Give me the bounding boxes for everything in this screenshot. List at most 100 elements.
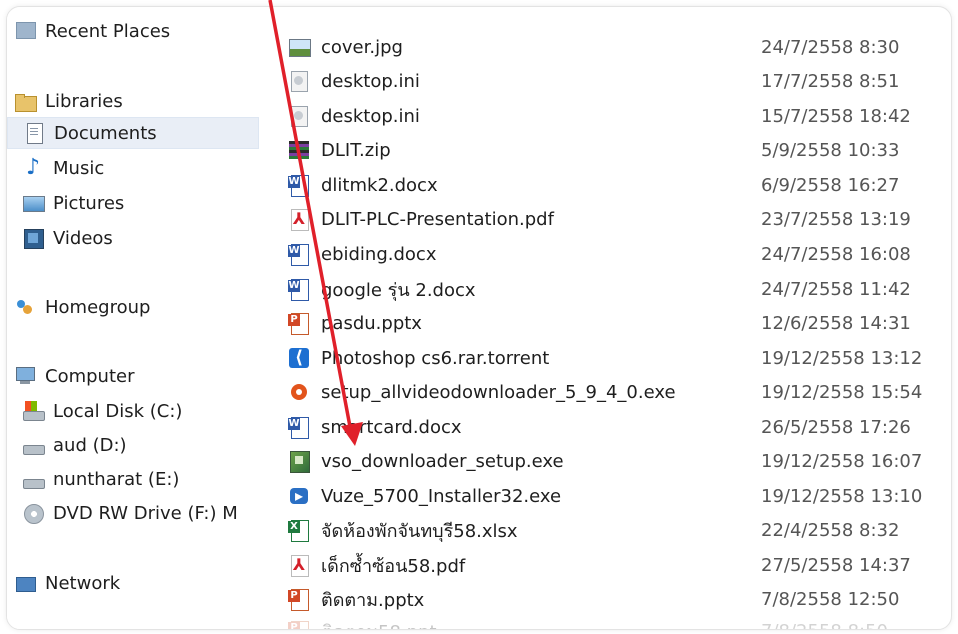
- settings-file-icon: [287, 104, 311, 128]
- nav-music-label: Music: [53, 157, 105, 179]
- file-date-modified: 27/5/2558 14:37: [761, 554, 911, 576]
- file-row[interactable]: ebiding.docx 24/7/2558 16:08: [287, 238, 947, 270]
- file-date-modified: 23/7/2558 13:19: [761, 208, 911, 230]
- nav-local-disk-label: Local Disk (C:): [53, 400, 183, 422]
- file-row[interactable]: Vuze_5700_Installer32.exe 19/12/2558 13:…: [287, 480, 947, 512]
- archive-file-icon: [287, 138, 311, 162]
- file-date-modified: 19/12/2558 15:54: [761, 381, 923, 403]
- file-row[interactable]: setup_allvideodownloader_5_9_4_0.exe 19/…: [287, 376, 947, 408]
- libraries-folder-icon: [13, 89, 37, 113]
- dvd-drive-icon: [21, 501, 45, 525]
- computer-icon: [13, 364, 37, 388]
- file-name: ebiding.docx: [321, 243, 437, 265]
- file-name: smartcard.docx: [321, 416, 462, 438]
- torrent-file-icon: [287, 346, 311, 370]
- nav-videos[interactable]: Videos: [7, 222, 259, 254]
- file-row[interactable]: DLIT.zip 5/9/2558 10:33: [287, 134, 947, 166]
- file-row[interactable]: ติดตาม.pptx 7/8/2558 12:50: [287, 583, 947, 615]
- file-row[interactable]: cover.jpg 24/7/2558 8:30: [287, 31, 947, 63]
- nav-videos-label: Videos: [53, 227, 113, 249]
- explorer-window: Recent Places Libraries Documents ♪ Musi…: [6, 6, 952, 630]
- file-row[interactable]: vso_downloader_setup.exe 19/12/2558 16:0…: [287, 445, 947, 477]
- nav-dvd-drive-label: DVD RW Drive (F:) M: [53, 502, 238, 524]
- file-row[interactable]: desktop.ini 17/7/2558 8:51: [287, 65, 947, 97]
- nav-drive-e-label: nuntharat (E:): [53, 468, 180, 490]
- settings-file-icon: [287, 69, 311, 93]
- hard-drive-icon: [21, 467, 45, 491]
- nav-recent-places-label: Recent Places: [45, 20, 171, 42]
- nav-local-disk-c[interactable]: Local Disk (C:): [7, 395, 259, 427]
- file-name: ติดตาม58.ppt: [321, 617, 751, 630]
- word-file-icon: [287, 173, 311, 197]
- file-name: setup_allvideodownloader_5_9_4_0.exe: [321, 381, 676, 403]
- nav-dvd-drive[interactable]: DVD RW Drive (F:) M: [7, 497, 259, 529]
- excel-file-icon: [287, 518, 311, 542]
- file-name: vso_downloader_setup.exe: [321, 450, 564, 472]
- nav-libraries[interactable]: Libraries: [7, 85, 259, 117]
- nav-homegroup[interactable]: Homegroup: [7, 291, 259, 323]
- file-row[interactable]: DLIT-PLC-Presentation.pdf 23/7/2558 13:1…: [287, 203, 947, 235]
- nav-music[interactable]: ♪ Music: [7, 152, 259, 184]
- nav-drive-d-label: aud (D:): [53, 434, 127, 456]
- file-name: Vuze_5700_Installer32.exe: [321, 485, 562, 507]
- word-file-icon: [287, 415, 311, 439]
- file-date-modified: 19/12/2558 13:12: [761, 347, 923, 369]
- file-name: desktop.ini: [321, 70, 420, 92]
- file-date-modified: 19/12/2558 16:07: [761, 450, 923, 472]
- file-row[interactable]: pasdu.pptx 12/6/2558 14:31: [287, 307, 947, 339]
- file-date-modified: 5/9/2558 10:33: [761, 139, 900, 161]
- file-date-modified: 12/6/2558 14:31: [761, 312, 911, 334]
- file-name: DLIT-PLC-Presentation.pdf: [321, 208, 554, 230]
- navigation-pane: Recent Places Libraries Documents ♪ Musi…: [7, 7, 259, 629]
- system-drive-icon: [21, 399, 45, 423]
- file-date-modified: 6/9/2558 16:27: [761, 174, 900, 196]
- pictures-icon: [21, 191, 45, 215]
- file-row[interactable]: smartcard.docx 26/5/2558 17:26: [287, 411, 947, 443]
- file-date-modified: 24/7/2558 8:30: [761, 36, 900, 58]
- powerpoint-file-icon: [287, 587, 311, 611]
- file-row[interactable]: Photoshop cs6.rar.torrent 19/12/2558 13:…: [287, 342, 947, 374]
- file-name: pasdu.pptx: [321, 312, 422, 334]
- word-file-icon: [287, 242, 311, 266]
- hard-drive-icon: [21, 433, 45, 457]
- file-date-modified: 24/7/2558 11:42: [761, 278, 911, 300]
- music-note-icon: ♪: [25, 155, 41, 180]
- file-date-modified: 7/8/2558 12:50: [761, 588, 900, 610]
- nav-pictures[interactable]: Pictures: [7, 187, 259, 219]
- file-row[interactable]: เด็กซ้ำซ้อน58.pdf 27/5/2558 14:37: [287, 549, 947, 581]
- image-file-icon: [287, 35, 311, 59]
- documents-icon: [22, 121, 46, 145]
- file-date-modified: 15/7/2558 18:42: [761, 105, 911, 127]
- file-name: เด็กซ้ำซ้อน58.pdf: [321, 555, 466, 577]
- file-name: DLIT.zip: [321, 139, 391, 161]
- file-name: cover.jpg: [321, 36, 403, 58]
- nav-network[interactable]: Network: [7, 567, 259, 599]
- nav-drive-e[interactable]: nuntharat (E:): [7, 463, 259, 495]
- file-name: Photoshop cs6.rar.torrent: [321, 347, 550, 369]
- file-row[interactable]: ติดตาม58.ppt 7/8/2558 8:50: [287, 615, 947, 630]
- homegroup-icon: [13, 295, 37, 319]
- file-name: google รุ่น 2.docx: [321, 279, 476, 301]
- nav-drive-d[interactable]: aud (D:): [7, 429, 259, 461]
- file-row[interactable]: google รุ่น 2.docx 24/7/2558 11:42: [287, 273, 947, 305]
- file-date-modified: 26/5/2558 17:26: [761, 416, 911, 438]
- network-icon: [13, 571, 37, 595]
- file-name: จัดห้องพักจันทบุรี58.xlsx: [321, 520, 518, 542]
- recent-places-icon: [13, 19, 37, 43]
- file-date-modified: 17/7/2558 8:51: [761, 70, 900, 92]
- videos-icon: [21, 226, 45, 250]
- powerpoint-file-icon: [287, 311, 311, 335]
- nav-network-label: Network: [45, 572, 121, 594]
- file-row[interactable]: จัดห้องพักจันทบุรี58.xlsx 22/4/2558 8:32: [287, 514, 947, 546]
- file-name: desktop.ini: [321, 105, 420, 127]
- nav-computer-label: Computer: [45, 365, 135, 387]
- file-row[interactable]: dlitmk2.docx 6/9/2558 16:27: [287, 169, 947, 201]
- nav-recent-places[interactable]: Recent Places: [7, 15, 259, 47]
- powerpoint-file-icon: [287, 619, 311, 629]
- nav-computer[interactable]: Computer: [7, 360, 259, 392]
- nav-documents-label: Documents: [54, 122, 157, 144]
- file-date-modified: 19/12/2558 13:10: [761, 485, 923, 507]
- file-date-modified: 24/7/2558 16:08: [761, 243, 911, 265]
- nav-documents[interactable]: Documents: [7, 117, 259, 149]
- file-row[interactable]: desktop.ini 15/7/2558 18:42: [287, 100, 947, 132]
